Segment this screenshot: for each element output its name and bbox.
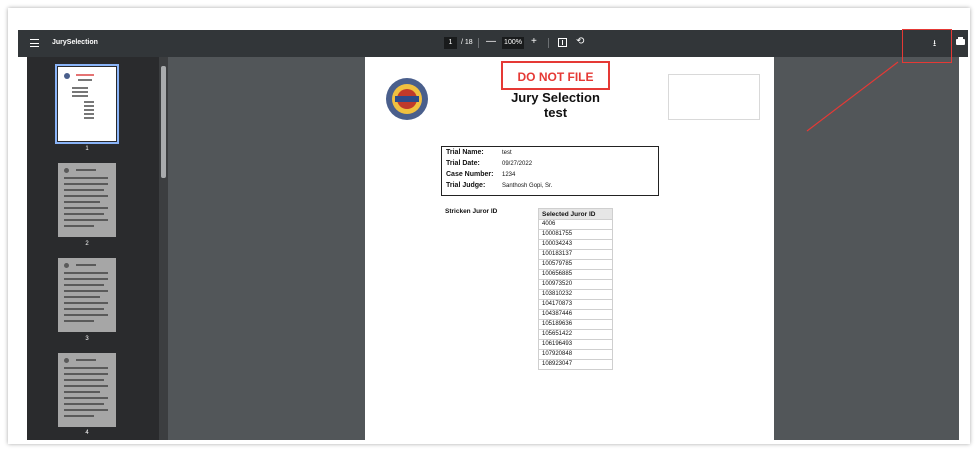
juror-id-cell: 100081755 xyxy=(538,229,613,240)
page-thumbnail-2[interactable] xyxy=(58,163,116,237)
table-row: 105189636 xyxy=(538,319,613,330)
juror-id-cell: 100973520 xyxy=(538,279,613,290)
table-row: 100579785 xyxy=(538,259,613,270)
document-title: JurySelection xyxy=(52,39,98,46)
juror-id-cell: 106196493 xyxy=(538,339,613,350)
juror-id-cell: 100656885 xyxy=(538,269,613,280)
trial-info-box: Trial Name: test Trial Date: 09/27/2022 Ca… xyxy=(441,146,659,196)
info-label: Trial Judge: xyxy=(446,182,486,189)
table-row: 100183137 xyxy=(538,249,613,260)
juror-id-cell: 100183137 xyxy=(538,249,613,260)
page-number-input[interactable]: 1 xyxy=(444,37,457,49)
rotate-icon[interactable]: ⟲ xyxy=(576,36,584,48)
page-thumbnail-4[interactable] xyxy=(58,353,116,427)
thumbnail-label: 2 xyxy=(85,241,89,247)
info-row: Case Number: 1234 xyxy=(446,171,515,178)
juror-id-cell: 105189636 xyxy=(538,319,613,330)
thumbnail-label: 1 xyxy=(85,146,89,152)
table-row: 100656885 xyxy=(538,269,613,280)
table-row: 103810232 xyxy=(538,289,613,300)
toolbar-divider xyxy=(478,38,479,48)
fit-page-icon[interactable] xyxy=(558,38,567,47)
table-row: 104387446 xyxy=(538,309,613,320)
info-value: Santhosh Gopi, Sr. xyxy=(502,183,553,189)
page-thumbnail-1[interactable] xyxy=(55,64,119,144)
juror-id-cell: 103810232 xyxy=(538,289,613,300)
print-icon[interactable] xyxy=(956,37,965,45)
zoom-out-button[interactable]: — xyxy=(486,36,496,48)
stricken-juror-header: Stricken Juror ID xyxy=(445,208,498,215)
info-label: Case Number: xyxy=(446,171,494,178)
juror-id-cell: 105651422 xyxy=(538,329,613,340)
info-value: test xyxy=(502,150,512,156)
info-row: Trial Judge: Santhosh Gopi, Sr. xyxy=(446,182,552,189)
pdf-toolbar: JurySelection 1 / 18 — 100% + ⟲ ⭳ ⋮ xyxy=(18,30,968,57)
page-thumbnail-3[interactable] xyxy=(58,258,116,332)
court-seal-logo xyxy=(386,78,428,120)
juror-id-cell: 104387446 xyxy=(538,309,613,320)
thumbnail-label: 4 xyxy=(85,430,89,436)
juror-id-cell: 107920848 xyxy=(538,349,613,360)
page-subtitle: test xyxy=(543,105,568,120)
table-row: 106196493 xyxy=(538,339,613,350)
juror-id-cell: 104170873 xyxy=(538,299,613,310)
info-label: Trial Date: xyxy=(446,160,480,167)
selected-juror-header: Selected Juror ID xyxy=(538,208,613,220)
table-row: 107920848 xyxy=(538,349,613,360)
zoom-in-button[interactable]: + xyxy=(531,36,537,48)
juror-id-cell: 108923047 xyxy=(538,359,613,370)
table-row: 100034243 xyxy=(538,239,613,250)
table-row: 104170873 xyxy=(538,299,613,310)
highlight-box xyxy=(902,29,952,63)
empty-box xyxy=(668,74,760,120)
info-row: Trial Name: test xyxy=(446,149,512,156)
page-title: Jury Selection xyxy=(511,90,600,105)
info-value: 09/27/2022 xyxy=(502,161,533,167)
table-row: 105651422 xyxy=(538,329,613,340)
info-row: Trial Date: 09/27/2022 xyxy=(446,160,532,167)
table-row: 100973520 xyxy=(538,279,613,290)
zoom-level-input[interactable]: 100% xyxy=(502,37,524,49)
page-total: / 18 xyxy=(461,39,473,46)
menu-icon[interactable] xyxy=(30,39,39,47)
do-not-file-text: DO NOT FILE xyxy=(517,70,594,84)
info-label: Trial Name: xyxy=(446,149,484,156)
thumbnail-label: 3 xyxy=(85,336,89,342)
juror-id-cell: 100579785 xyxy=(538,259,613,270)
toolbar-divider xyxy=(548,38,549,48)
juror-id-cell: 4006 xyxy=(538,219,613,230)
sidebar-scroll-thumb[interactable] xyxy=(161,66,166,178)
table-row: 100081755 xyxy=(538,229,613,240)
juror-id-cell: 100034243 xyxy=(538,239,613,250)
selected-juror-table: Selected Juror ID 4006 100081755 1000342… xyxy=(538,208,613,370)
info-value: 1234 xyxy=(502,172,516,178)
table-row: 108923047 xyxy=(538,359,613,370)
table-row: 4006 xyxy=(538,219,613,230)
